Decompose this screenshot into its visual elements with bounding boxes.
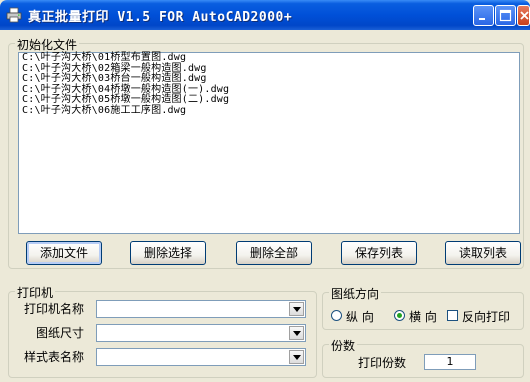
printer-icon	[6, 7, 22, 23]
reverse-print-label: 反向打印	[462, 310, 511, 324]
orientation-group-label: 图纸方向	[329, 285, 382, 302]
minimize-icon	[479, 18, 485, 20]
read-list-button[interactable]: 读取列表	[445, 241, 521, 265]
list-item[interactable]: C:\叶子沟大桥\01桥型布置图.dwg	[19, 52, 519, 64]
copies-group-label: 份数	[329, 337, 358, 354]
maximize-button[interactable]	[495, 5, 516, 26]
style-table-select[interactable]	[96, 348, 306, 366]
landscape-radio[interactable]	[394, 310, 405, 321]
list-item[interactable]: C:\叶子沟大桥\03桥台一般构造图.dwg	[19, 73, 519, 85]
close-button[interactable]	[517, 5, 530, 26]
printer-name-select[interactable]	[96, 300, 306, 318]
printer-group-label: 打印机	[15, 284, 56, 301]
landscape-label: 横 向	[409, 310, 437, 324]
title-bar[interactable]: 真正批量打印 V1.5 FOR AutoCAD2000+	[0, 0, 530, 30]
close-icon	[520, 11, 529, 20]
window-title: 真正批量打印 V1.5 FOR AutoCAD2000+	[28, 10, 293, 25]
list-item[interactable]: C:\叶子沟大桥\06施工工序图.dwg	[19, 105, 519, 117]
list-item[interactable]: C:\叶子沟大桥\05桥墩一般构造图(二).dwg	[19, 94, 519, 106]
portrait-radio[interactable]	[331, 310, 342, 321]
chevron-down-icon[interactable]	[289, 350, 304, 364]
maximize-icon	[499, 9, 512, 22]
copies-label: 打印份数	[358, 356, 407, 370]
paper-size-select[interactable]	[96, 324, 306, 342]
file-list[interactable]: C:\叶子沟大桥\01桥型布置图.dwg C:\叶子沟大桥\02箱梁一般构造图.…	[18, 52, 520, 234]
reverse-print-checkbox[interactable]	[447, 310, 458, 321]
style-table-label: 样式表名称	[23, 350, 84, 364]
chevron-down-icon[interactable]	[289, 302, 304, 316]
printer-name-label: 打印机名称	[23, 302, 84, 316]
save-list-button[interactable]: 保存列表	[341, 241, 417, 265]
copies-input[interactable]: 1	[424, 354, 476, 370]
portrait-label: 纵 向	[346, 310, 374, 324]
add-file-button[interactable]: 添加文件	[26, 241, 102, 265]
paper-size-label: 图纸尺寸	[35, 326, 84, 340]
minimize-button[interactable]	[473, 5, 494, 26]
files-group-label: 初始化文件	[15, 36, 80, 53]
chevron-down-icon[interactable]	[289, 326, 304, 340]
delete-selected-button[interactable]: 删除选择	[130, 241, 206, 265]
radio-selected-dot	[397, 313, 402, 318]
delete-all-button[interactable]: 删除全部	[236, 241, 312, 265]
